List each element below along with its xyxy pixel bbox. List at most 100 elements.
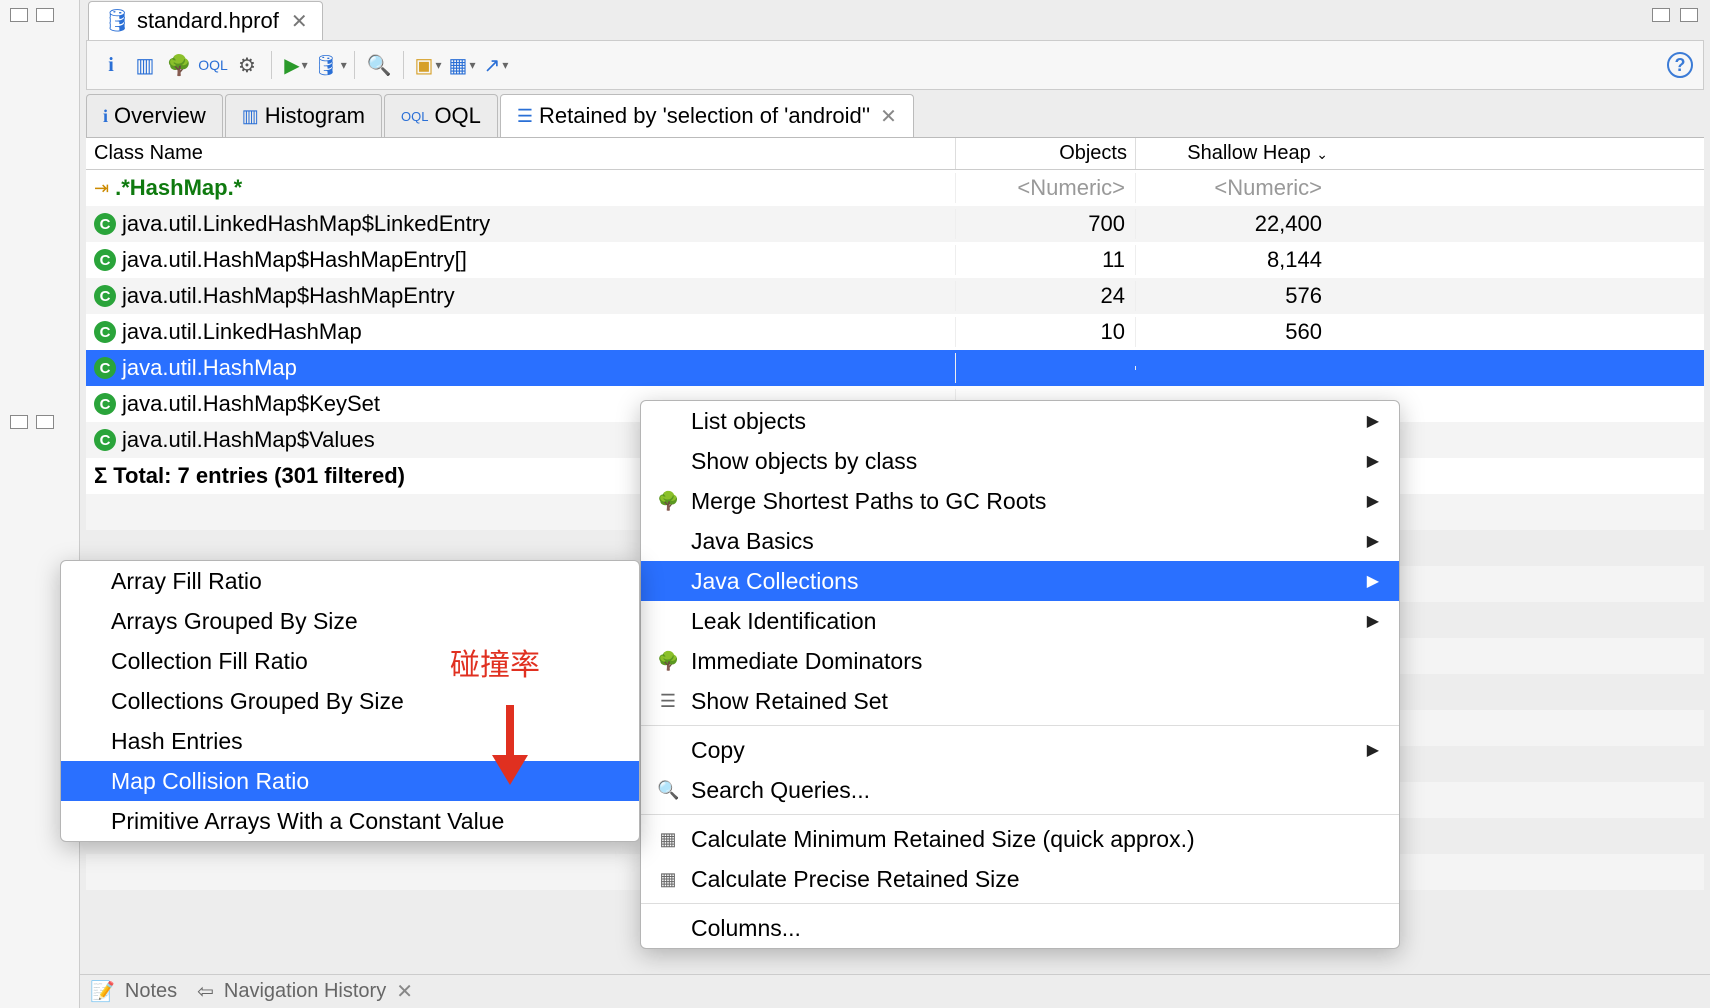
menu-map-collision[interactable]: Map Collision Ratio <box>61 761 639 801</box>
menu-hash-entries[interactable]: Hash Entries <box>61 721 639 761</box>
minimize-icon[interactable] <box>10 415 28 429</box>
tab-oql[interactable]: OQL OQL <box>384 94 498 137</box>
file-tab-label: standard.hprof <box>137 8 279 34</box>
menu-array-fill[interactable]: Array Fill Ratio <box>61 561 639 601</box>
cell-objects: 11 <box>956 245 1136 275</box>
cell-heap: 8,144 <box>1136 245 1336 275</box>
class-icon: C <box>94 357 116 379</box>
nav-history-tab[interactable]: Navigation History <box>224 980 386 1003</box>
close-icon[interactable]: ✕ <box>291 9 308 34</box>
file-tab[interactable]: 🛢 standard.hprof ✕ <box>88 1 323 40</box>
toolbar: i ▥ 🌳 OQL ⚙ ▶ 🛢 🔍 ▣ ▦ ↗ ? <box>86 40 1704 90</box>
close-icon[interactable]: ✕ <box>396 979 413 1004</box>
left-gutter <box>0 0 80 1008</box>
cell-objects: 700 <box>956 209 1136 239</box>
context-menu-sub: Array Fill Ratio Arrays Grouped By Size … <box>60 560 640 842</box>
menu-separator <box>641 725 1399 726</box>
column-header-objects[interactable]: Objects <box>956 138 1136 169</box>
info-icon[interactable]: i <box>97 51 125 79</box>
context-menu-main: List objects▶ Show objects by class▶ 🌳Me… <box>640 400 1400 949</box>
menu-search-queries[interactable]: 🔍Search Queries... <box>641 770 1399 810</box>
menu-arrays-grouped[interactable]: Arrays Grouped By Size <box>61 601 639 641</box>
info-icon: i <box>103 106 108 127</box>
menu-calc-precise[interactable]: ▦Calculate Precise Retained Size <box>641 859 1399 899</box>
numeric-placeholder: <Numeric> <box>1136 173 1336 203</box>
table-row[interactable]: Cjava.util.HashMap$HashMapEntry 24 576 <box>86 278 1704 314</box>
column-header-heap[interactable]: Shallow Heap ⌄ <box>1136 138 1336 169</box>
db-action-icon[interactable]: 🛢 <box>316 51 344 79</box>
table-row[interactable]: Cjava.util.LinkedHashMap 10 560 <box>86 314 1704 350</box>
menu-leak-id[interactable]: Leak Identification▶ <box>641 601 1399 641</box>
chevron-right-icon: ▶ <box>1367 451 1379 471</box>
class-name: java.util.HashMap <box>122 355 297 381</box>
menu-separator <box>641 903 1399 904</box>
oql-icon: OQL <box>401 109 428 124</box>
menu-java-collections[interactable]: Java Collections▶ <box>641 561 1399 601</box>
oql-icon[interactable]: OQL <box>199 51 227 79</box>
table-row-selected[interactable]: Cjava.util.HashMap <box>86 350 1704 386</box>
table-row[interactable]: Cjava.util.HashMap$HashMapEntry[] 11 8,1… <box>86 242 1704 278</box>
menu-separator <box>641 814 1399 815</box>
help-icon[interactable]: ? <box>1667 52 1693 78</box>
chevron-right-icon: ▶ <box>1367 571 1379 591</box>
bottom-views-bar: 📝 Notes ⇦ Navigation History ✕ <box>80 974 1710 1008</box>
menu-immediate-dominators[interactable]: 🌳Immediate Dominators <box>641 641 1399 681</box>
table-row[interactable]: Cjava.util.LinkedHashMap$LinkedEntry 700… <box>86 206 1704 242</box>
tree-icon[interactable]: 🌳 <box>165 51 193 79</box>
chevron-right-icon: ▶ <box>1367 740 1379 760</box>
class-name: java.util.HashMap$HashMapEntry[] <box>122 247 467 273</box>
menu-collections-grouped[interactable]: Collections Grouped By Size <box>61 681 639 721</box>
tab-label: Overview <box>114 103 206 129</box>
sigma-icon: Σ <box>94 463 107 489</box>
tab-retained[interactable]: ☰ Retained by 'selection of 'android'' ✕ <box>500 94 914 137</box>
close-icon[interactable]: ✕ <box>880 104 897 129</box>
class-icon: C <box>94 249 116 271</box>
menu-primitive-arrays[interactable]: Primitive Arrays With a Constant Value <box>61 801 639 841</box>
cell-objects: 10 <box>956 317 1136 347</box>
tab-histogram[interactable]: ▥ Histogram <box>225 94 382 137</box>
menu-copy[interactable]: Copy▶ <box>641 730 1399 770</box>
tab-label: Retained by 'selection of 'android'' <box>539 103 870 129</box>
sub-tab-bar: i Overview ▥ Histogram OQL OQL ☰ Retaine… <box>86 94 1704 138</box>
minimize-icon[interactable] <box>10 8 28 22</box>
menu-list-objects[interactable]: List objects▶ <box>641 401 1399 441</box>
cell-objects <box>956 366 1136 370</box>
chevron-right-icon: ▶ <box>1367 611 1379 631</box>
notes-icon: 📝 <box>90 979 115 1004</box>
group-icon[interactable]: ▣ <box>414 51 442 79</box>
class-name: java.util.HashMap$KeySet <box>122 391 380 417</box>
gear-icon[interactable]: ⚙ <box>233 51 261 79</box>
maximize-icon[interactable] <box>36 8 54 22</box>
notes-tab[interactable]: Notes <box>125 980 177 1003</box>
sort-icon: ⌄ <box>1316 146 1328 162</box>
tab-label: Histogram <box>265 103 365 129</box>
maximize-icon[interactable] <box>36 415 54 429</box>
menu-show-retained-set[interactable]: ☰Show Retained Set <box>641 681 1399 721</box>
minimize-icon[interactable] <box>1652 8 1670 22</box>
menu-java-basics[interactable]: Java Basics▶ <box>641 521 1399 561</box>
run-icon[interactable]: ▶ <box>282 51 310 79</box>
menu-merge-gc[interactable]: 🌳Merge Shortest Paths to GC Roots▶ <box>641 481 1399 521</box>
menu-columns[interactable]: Columns... <box>641 908 1399 948</box>
export-icon[interactable]: ↗ <box>482 51 510 79</box>
column-header-name[interactable]: Class Name <box>86 138 956 169</box>
search-icon[interactable]: 🔍 <box>365 51 393 79</box>
cell-heap: 22,400 <box>1136 209 1336 239</box>
cell-objects: 24 <box>956 281 1136 311</box>
menu-collection-fill[interactable]: Collection Fill Ratio <box>61 641 639 681</box>
class-name: java.util.HashMap$Values <box>122 427 375 453</box>
class-icon: C <box>94 393 116 415</box>
maximize-icon[interactable] <box>1680 8 1698 22</box>
menu-calc-min[interactable]: ▦Calculate Minimum Retained Size (quick … <box>641 819 1399 859</box>
separator <box>403 51 404 79</box>
regex-filter-row[interactable]: ⇥.*HashMap.* <Numeric> <Numeric> <box>86 170 1704 206</box>
class-icon: C <box>94 429 116 451</box>
dominators-icon: 🌳 <box>657 651 679 672</box>
calc-icon[interactable]: ▦ <box>448 51 476 79</box>
cell-heap: 576 <box>1136 281 1336 311</box>
annotation-label: 碰撞率 <box>450 640 540 684</box>
tab-overview[interactable]: i Overview <box>86 94 223 137</box>
menu-show-by-class[interactable]: Show objects by class▶ <box>641 441 1399 481</box>
cell-heap <box>1136 366 1336 370</box>
histogram-icon[interactable]: ▥ <box>131 51 159 79</box>
